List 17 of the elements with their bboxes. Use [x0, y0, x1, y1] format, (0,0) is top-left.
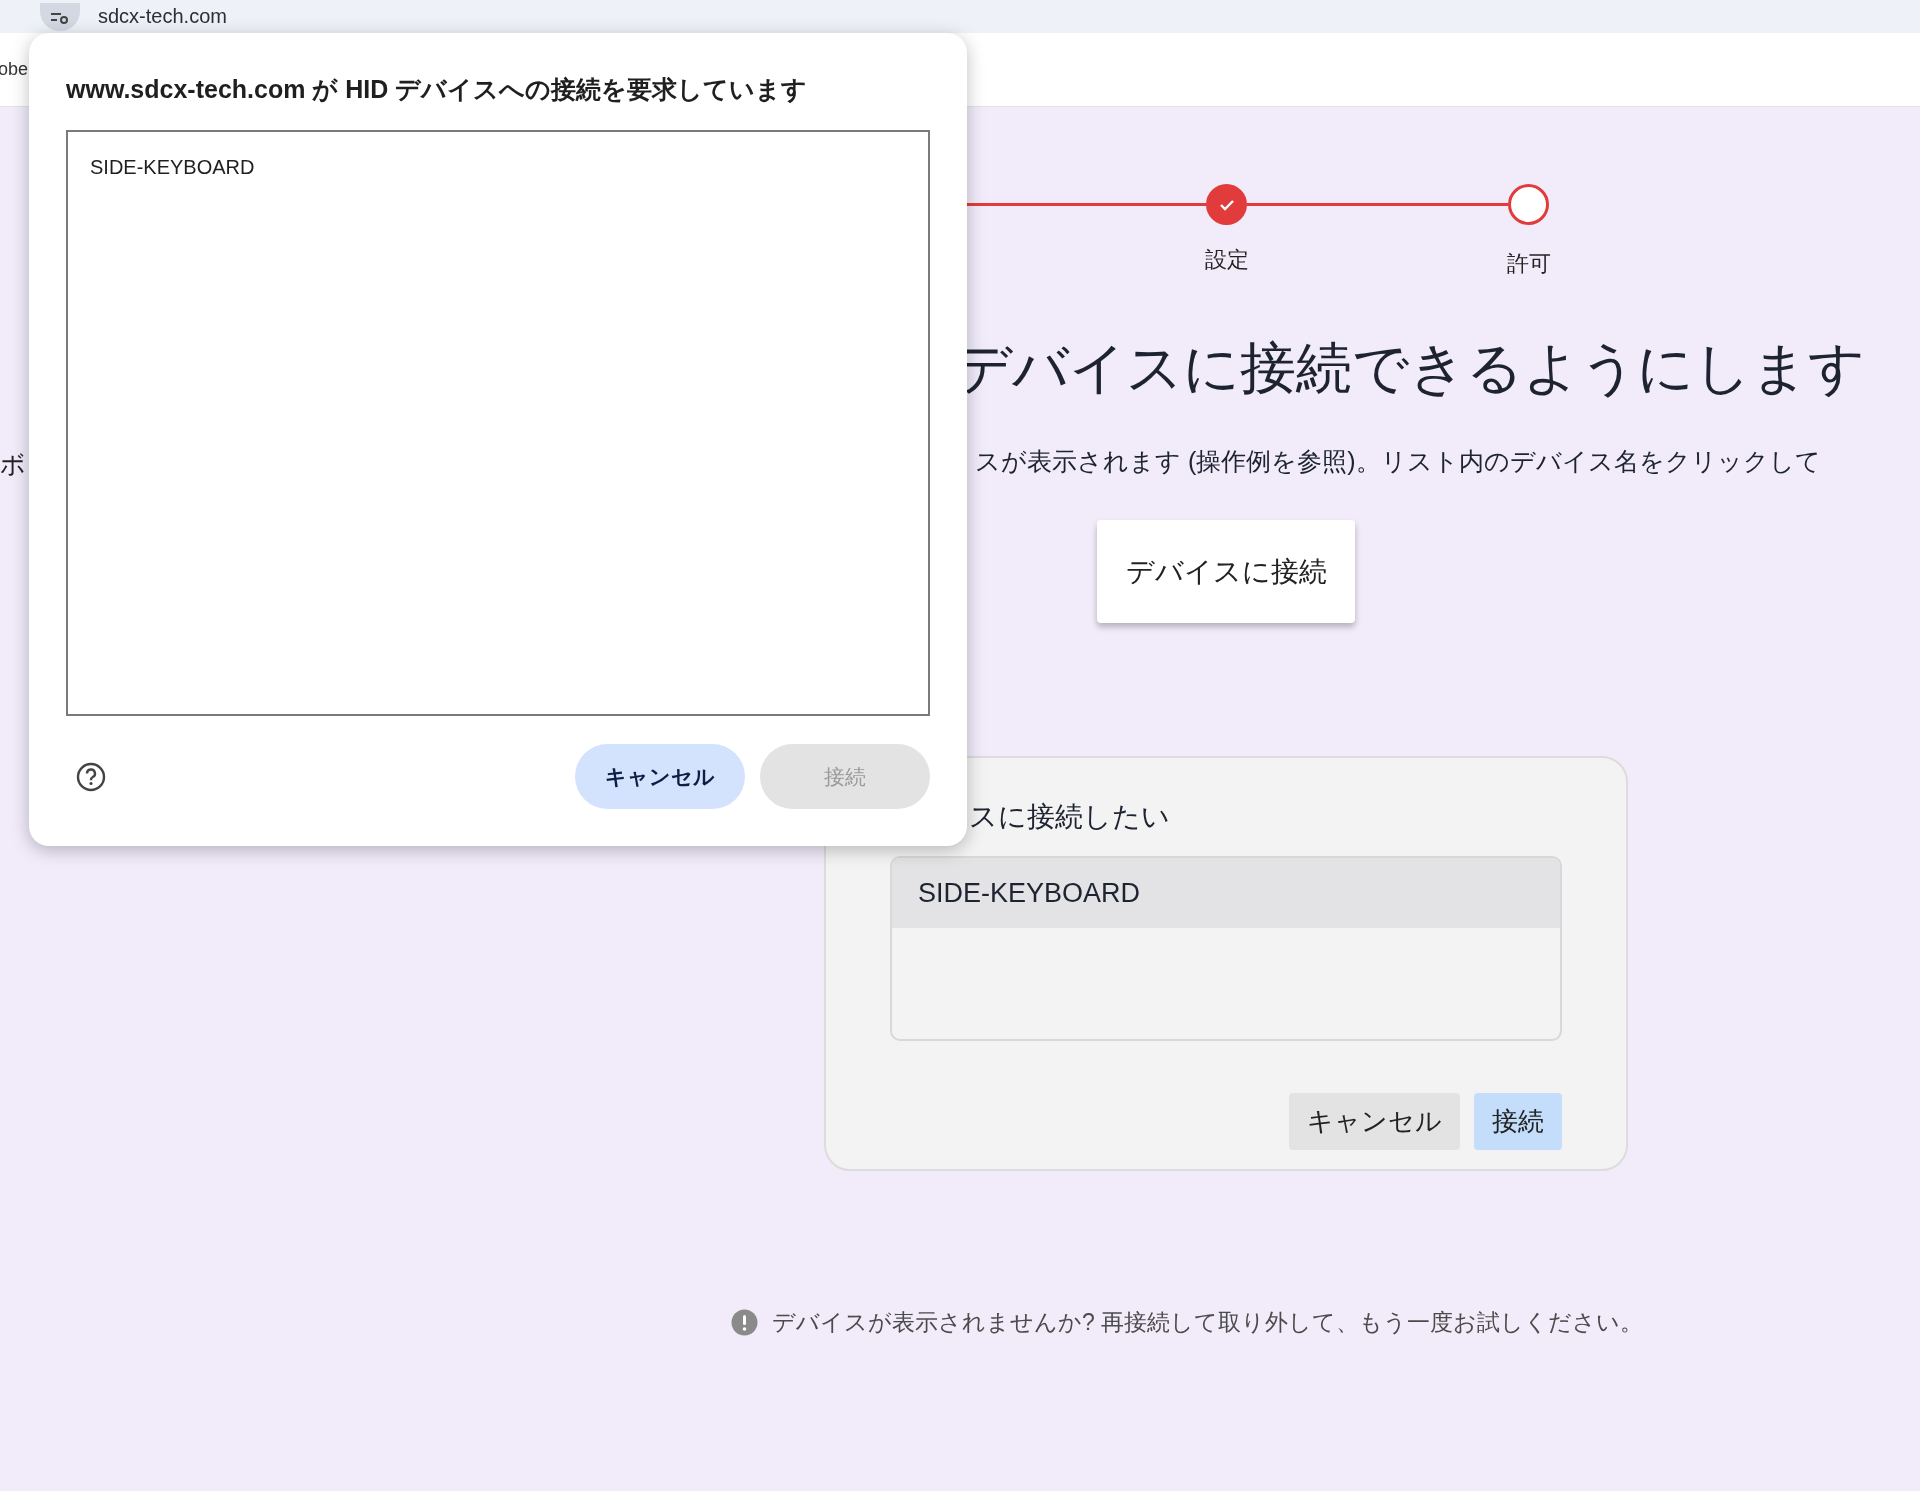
notice-text: デバイスが表示されませんか? 再接続して取り外して、もう一度お試しください。	[772, 1308, 1644, 1337]
step-label: 設定	[1204, 246, 1249, 274]
device-item[interactable]: SIDE-KEYBOARD	[68, 152, 928, 183]
help-icon[interactable]	[76, 761, 106, 792]
instruction-text: スが表示されます (操作例を参照)。リスト内のデバイス名をクリックして	[975, 446, 1821, 477]
cancel-button[interactable]: キャンセル	[1289, 1093, 1460, 1150]
connect-device-button[interactable]: デバイスに接続	[1097, 520, 1355, 623]
dialog-title: www.sdcx-tech.com が HID デバイスへの接続を要求しています	[66, 74, 809, 105]
info-icon	[731, 1309, 758, 1336]
cancel-button[interactable]: キャンセル	[575, 744, 745, 809]
device-item[interactable]: SIDE-KEYBOARD	[892, 858, 1560, 928]
card-title: スに接続したい	[969, 800, 1171, 834]
connect-button[interactable]: 接続	[1474, 1093, 1562, 1150]
instruction-text: ボ	[0, 450, 26, 478]
url-text[interactable]: sdcx-tech.com	[98, 5, 227, 28]
step-label: 許可	[1506, 250, 1551, 278]
site-settings-icon[interactable]	[40, 2, 80, 31]
